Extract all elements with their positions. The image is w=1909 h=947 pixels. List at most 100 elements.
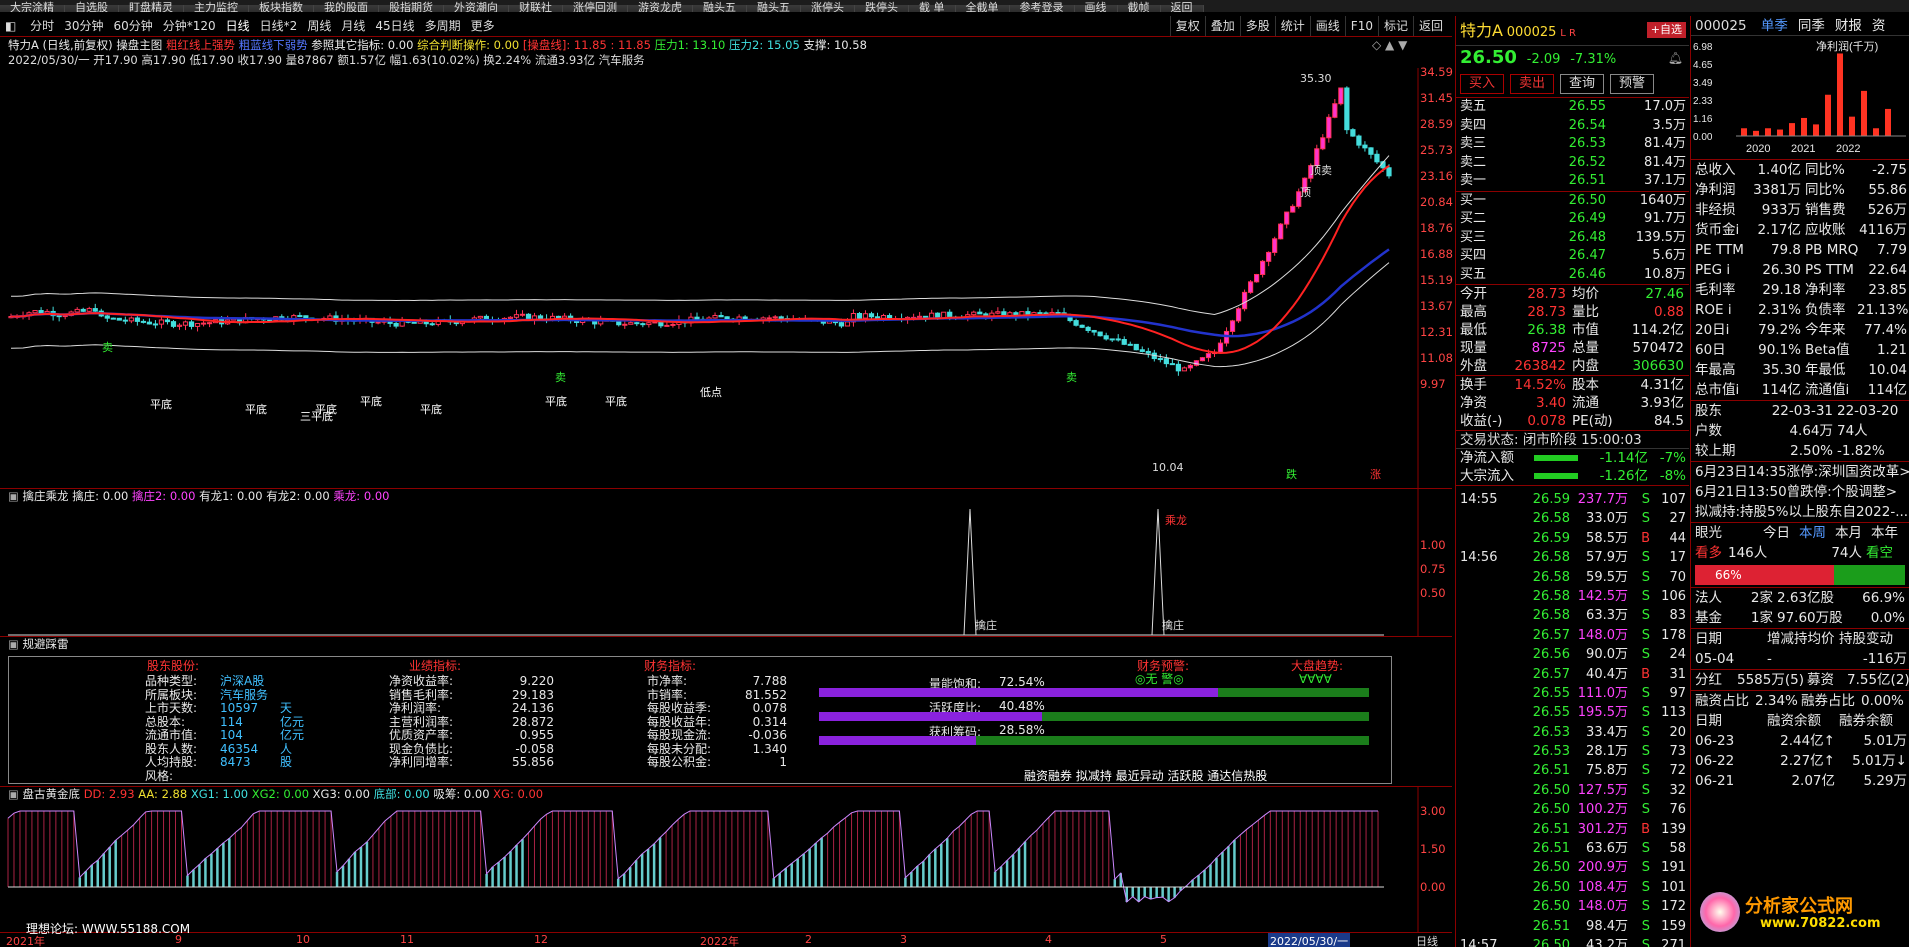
- toolbar-item[interactable]: 融头五: [747, 2, 801, 12]
- tick-count: 70: [1669, 569, 1686, 585]
- tick-count: 139: [1661, 821, 1686, 837]
- toolbar-item[interactable]: 参考登录: [1009, 2, 1075, 12]
- stat-value: 4.31亿: [1640, 377, 1684, 393]
- fin-cell: PB MRQ: [1805, 242, 1859, 258]
- add-watch-button[interactable]: +自选: [1646, 22, 1686, 38]
- toolbar-item[interactable]: 财联社: [509, 2, 563, 12]
- toolbar-item[interactable]: 板块指数: [249, 2, 314, 12]
- fin-tab[interactable]: 财报: [1835, 18, 1862, 34]
- tick-side: S: [1641, 705, 1650, 721]
- tick-price: 26.58: [1532, 588, 1570, 604]
- candle-body: [712, 314, 718, 319]
- tick-price: 26.57: [1532, 666, 1570, 682]
- period-label[interactable]: 日线: [1416, 933, 1438, 947]
- tick-count: 113: [1661, 705, 1686, 721]
- period-tab[interactable]: 日线*2: [255, 16, 303, 36]
- fin-tab[interactable]: 资: [1872, 18, 1886, 34]
- eye-tab[interactable]: 本月: [1835, 523, 1871, 543]
- toolbar-item[interactable]: 主力监控: [184, 2, 249, 12]
- trade-button[interactable]: 卖出: [1510, 74, 1555, 94]
- indicator-name[interactable]: 操盘主图: [116, 38, 162, 52]
- holder-table: 股东 22-03-31 22-03-20 户数 4.64万 74人 较上期 2.50% -1.8…: [1691, 400, 1909, 461]
- signal-marker: 平底: [150, 397, 172, 411]
- period-tab[interactable]: 日线: [221, 16, 255, 36]
- toolbar-item[interactable]: 自选股: [65, 2, 119, 12]
- chart-nav-icons[interactable]: ◇ ▲ ▼: [1372, 38, 1407, 52]
- toolbar-item[interactable]: 返回: [1160, 2, 1204, 12]
- toolbar-item[interactable]: 截 单: [909, 2, 956, 12]
- news-item[interactable]: 6月23日14:35涨停:深圳国资改革>: [1691, 462, 1909, 482]
- toolbar-item[interactable]: 全截单: [955, 2, 1010, 12]
- news-item[interactable]: 6月21日13:50曾跌停:个股调整>: [1691, 482, 1909, 502]
- candle-body: [1199, 357, 1206, 362]
- toolbar-item[interactable]: 盯盘精灵: [119, 2, 184, 12]
- stat-value: 28.73: [1527, 304, 1566, 320]
- flow-bar-fill: [1534, 455, 1578, 461]
- trade-button[interactable]: 预警: [1610, 74, 1655, 94]
- main-candle-chart[interactable]: 卖卖 卖顶卖顶跌 涨低点平底 平底 平底平底 平底 平底平底三平底: [0, 68, 1452, 488]
- sub3-chart[interactable]: [0, 787, 1452, 932]
- sub2-title[interactable]: 规避踩雷: [23, 637, 69, 651]
- eye-tab[interactable]: 今日: [1763, 523, 1799, 543]
- period-tab[interactable]: 多周期: [420, 16, 466, 36]
- toolbar-item[interactable]: 涨停头: [801, 2, 855, 12]
- price-change: -2.09: [1526, 52, 1561, 67]
- eye-tab[interactable]: 本周: [1799, 523, 1835, 543]
- toolbar-item[interactable]: 画线: [1074, 2, 1118, 12]
- left-collapse-icon[interactable]: ◧: [0, 16, 21, 36]
- trade-button[interactable]: 买入: [1460, 74, 1505, 94]
- col2-table: 净资收益率: 9.220 销售毛利率: 29.183 净利润率: 24.136 主营利润率:…: [389, 674, 579, 770]
- eye-tab[interactable]: 本年: [1871, 523, 1907, 543]
- tick-side: B: [1641, 530, 1650, 546]
- candle-body: [182, 321, 189, 326]
- date-tick: 2: [805, 933, 812, 946]
- tool-button[interactable]: F10: [1344, 16, 1378, 36]
- period-tab[interactable]: 周线: [302, 16, 336, 36]
- tool-button[interactable]: 标记: [1377, 16, 1413, 36]
- sub1-chart[interactable]: 擒庄 擒庄 乘龙: [0, 489, 1452, 636]
- stock-code: 000025: [1506, 25, 1557, 40]
- tool-button[interactable]: 多股: [1239, 16, 1275, 36]
- toolbar-item[interactable]: 游资龙虎: [628, 2, 693, 12]
- toolbar-item[interactable]: 融头五: [693, 2, 747, 12]
- period-tab[interactable]: 分钟*120: [158, 16, 221, 36]
- fin-tab[interactable]: 单季: [1761, 18, 1788, 34]
- fin-cell: 净利润: [1695, 182, 1736, 198]
- toolbar-item[interactable]: 外资潮向: [444, 2, 509, 12]
- pressure2: 压力2: 15.05: [729, 38, 800, 52]
- op-line: [操盘线]: 11.85 : 11.85: [522, 38, 651, 52]
- candle-body: [1145, 350, 1151, 354]
- fin-tab[interactable]: 同季: [1798, 18, 1825, 34]
- quote-panel: 特力A 000025 L R +自选 26.50 -2.09 -7.31% 🔔︎…: [1455, 16, 1689, 947]
- period-tab[interactable]: 分时: [25, 16, 59, 36]
- period-tab[interactable]: 45日线: [370, 16, 419, 36]
- tool-button[interactable]: 复权: [1169, 16, 1205, 36]
- period-tab[interactable]: 更多: [466, 16, 500, 36]
- profit-bar-chart[interactable]: 净利润(千万) 6.98 4.65 3.49 2.33 1.16 0.00 2020 2021 2…: [1691, 36, 1909, 156]
- toolbar-item[interactable]: 涨停回测: [563, 2, 628, 12]
- info-row: 主营利润率: 28.872: [389, 715, 579, 730]
- col1-table: 品种类型: 沪深A股 所属板块: 汽车服务 上市天数: 10597 天总股本: 114 亿元 流通…: [145, 674, 345, 783]
- sub2-collapse-icon[interactable]: ▣: [8, 637, 19, 651]
- period-tab[interactable]: 60分钟: [108, 16, 157, 36]
- tool-button[interactable]: 画线: [1309, 16, 1345, 36]
- trade-button[interactable]: 查询: [1560, 74, 1605, 94]
- y-tick-label: 31.45: [1420, 91, 1453, 105]
- period-tab[interactable]: 月线: [336, 16, 370, 36]
- tool-button[interactable]: 统计: [1274, 16, 1310, 36]
- tool-button[interactable]: 返回: [1412, 16, 1448, 36]
- toolbar-item[interactable]: 我的股面: [314, 2, 379, 12]
- risk-info-box: 股东股份: 品种类型: 沪深A股 所属板块: 汽车服务 上市天数: 10597 天总股本: 1…: [8, 656, 1392, 784]
- tick-count: 32: [1669, 782, 1686, 798]
- toolbar-item[interactable]: 跌停头: [855, 2, 909, 12]
- period-tab[interactable]: 30分钟: [59, 16, 108, 36]
- tips-links[interactable]: 融资融券 拟减持 最近异动 活跃股 通达信热股: [1024, 769, 1267, 784]
- toolbar-item[interactable]: 股指期货: [379, 2, 444, 12]
- toolbar-item[interactable]: 截帧: [1117, 2, 1161, 12]
- tool-button[interactable]: 叠加: [1204, 16, 1240, 36]
- toolbar-item[interactable]: 大宗涂精: [0, 2, 65, 12]
- news-item[interactable]: 拟减持:持股5%以上股东自2022-...: [1691, 502, 1909, 522]
- tick-list: 14:55 26.59 237.7万 S 107 26.58 33.0万 S 27 26.59 58…: [1456, 486, 1689, 947]
- tick-time: [1456, 800, 1526, 819]
- bell-icon[interactable]: 🔔︎: [1668, 46, 1683, 70]
